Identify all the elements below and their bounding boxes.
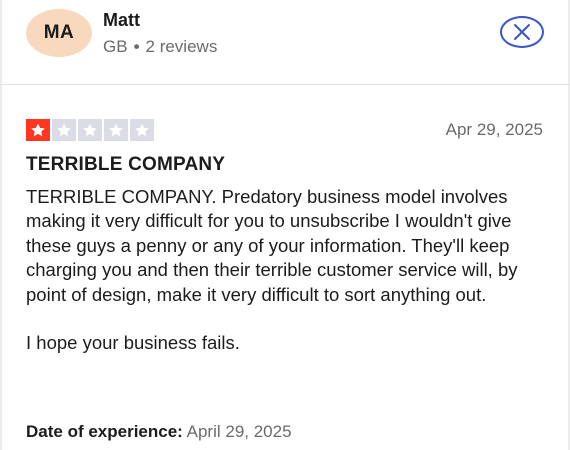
reviewer-meta: GB • 2 reviews: [103, 37, 217, 57]
close-button[interactable]: [500, 16, 544, 48]
star-empty: [130, 119, 154, 141]
star-icon: [135, 123, 149, 137]
review-date: Apr 29, 2025: [445, 120, 543, 139]
star-empty: [78, 119, 102, 141]
review-card: MA Matt GB • 2 reviews Apr 29, 2025 TERR…: [0, 0, 570, 450]
review-paragraph: TERRIBLE COMPANY. Predatory business mod…: [26, 186, 518, 305]
avatar: MA: [26, 9, 92, 57]
star-icon: [31, 123, 45, 137]
date-of-experience: Date of experience: April 29, 2025: [26, 422, 292, 442]
experience-label: Date of experience:: [26, 422, 183, 441]
review-title[interactable]: TERRIBLE COMPANY: [26, 154, 225, 176]
meta-separator: •: [133, 37, 140, 56]
reviewer-header: MA Matt GB • 2 reviews: [0, 0, 570, 85]
star-rating: [26, 119, 154, 141]
reviewer-name[interactable]: Matt: [103, 10, 140, 31]
experience-value: April 29, 2025: [186, 422, 292, 441]
reviewer-country: GB: [103, 37, 128, 56]
star-filled: [26, 119, 50, 141]
review-paragraph: I hope your business fails.: [26, 332, 240, 354]
reviewer-review-count: 2 reviews: [145, 37, 218, 56]
star-icon: [57, 123, 71, 137]
review-body: TERRIBLE COMPANY. Predatory business mod…: [26, 185, 546, 355]
star-icon: [83, 123, 97, 137]
star-icon: [109, 123, 123, 137]
star-empty: [104, 119, 128, 141]
star-empty: [52, 119, 76, 141]
close-icon: [514, 24, 530, 40]
